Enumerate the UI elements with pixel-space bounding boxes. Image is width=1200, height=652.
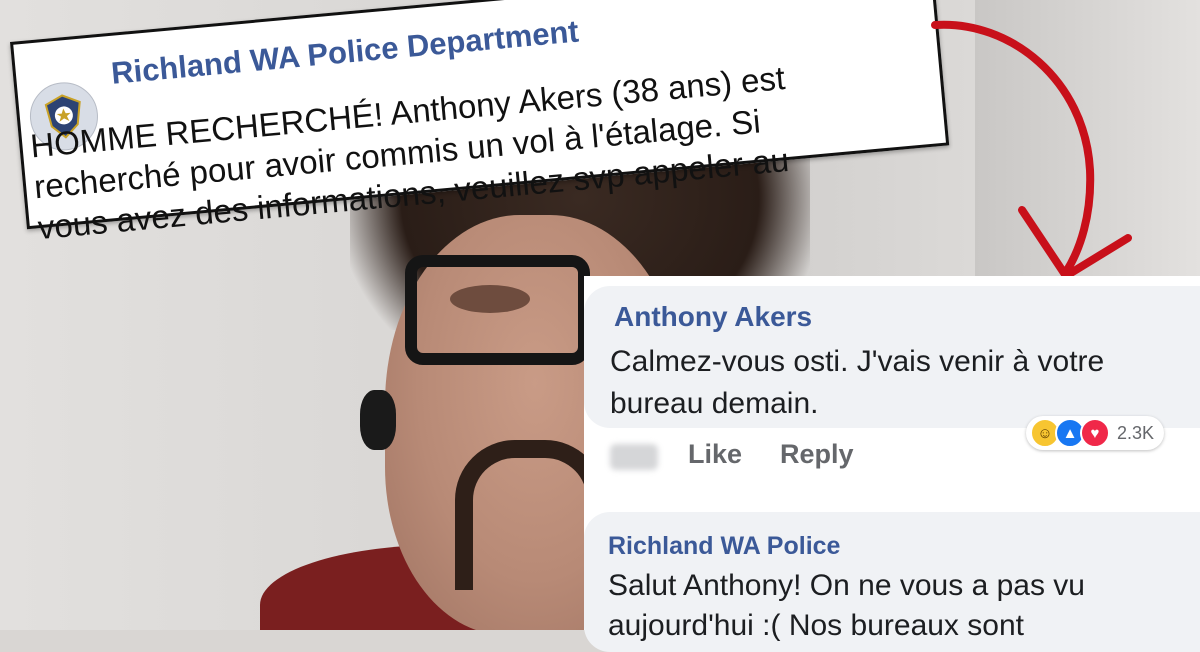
comment-author[interactable]: Anthony Akers — [614, 301, 812, 333]
love-reaction-icon: ♥ — [1080, 418, 1110, 448]
reactions-summary[interactable]: ☺ ▲ ♥ 2.3K — [1026, 416, 1165, 450]
comment-line: Salut Anthony! On ne vous a pas vu — [608, 569, 1085, 602]
comment-timestamp — [610, 444, 658, 470]
comment-line: aujourd'hui :( Nos bureaux sont — [608, 609, 1024, 642]
comment-line: Calmez-vous osti. J'vais venir à votre — [610, 345, 1105, 378]
comment-author[interactable]: Richland WA Police — [608, 532, 840, 561]
like-button[interactable]: Like — [688, 439, 742, 470]
reply-button[interactable]: Reply — [780, 439, 854, 470]
comment-text: Calmez-vous osti. J'vais venir à votre b… — [610, 341, 1200, 425]
reaction-count: 2.3K — [1117, 422, 1155, 443]
comments-panel: Anthony Akers Calmez-vous osti. J'vais v… — [584, 276, 1200, 652]
comment-text: Salut Anthony! On ne vous a pas vu aujou… — [608, 566, 1200, 646]
